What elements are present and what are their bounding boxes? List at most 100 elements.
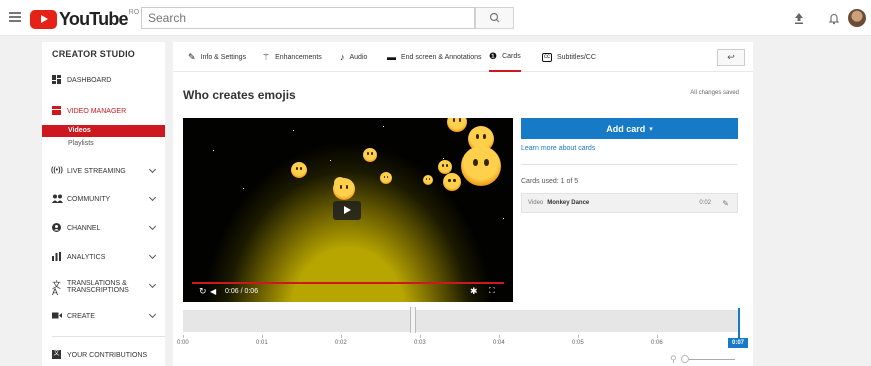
timeline-card-marker[interactable] [410,307,416,333]
country-code: RO [128,9,140,16]
card-type: Video [528,200,544,206]
tab-enhancements[interactable]: ⚚ Enhancements [262,42,322,72]
tab-subtitles[interactable]: cc Subtitles/CC [542,42,596,72]
sidebar-item-label: YOUR CONTRIBUTIONS [67,351,148,359]
smiley-emoji [333,178,355,200]
card-list-item[interactable]: Video Monkey Dance 0:02 ✎ [521,193,738,213]
chevron-down-icon[interactable] [148,280,157,289]
timeline-playhead[interactable] [738,308,740,340]
learn-more-link[interactable]: Learn more about cards [521,145,595,152]
chevron-down-icon[interactable] [148,251,157,260]
sidebar-subitem-videos[interactable]: Videos [42,125,165,137]
chevron-down-icon[interactable] [148,165,157,174]
card-time: 0:02 [699,200,711,206]
timeline-track[interactable] [183,310,739,332]
tick-mark [183,335,184,338]
sidebar-item-dashboard[interactable]: DASHBOARD [42,70,165,90]
smiley-emoji [423,175,433,185]
tab-end-screen[interactable]: ▬ End screen & Annotations [387,42,482,72]
tab-label: Subtitles/CC [557,53,596,61]
live-icon: ((•)) [51,167,63,174]
tab-label: Info & Settings [200,53,247,61]
chevron-down-icon: ▾ [649,125,653,133]
avatar[interactable] [848,9,866,27]
tab-cards[interactable]: ❶ Cards [489,42,521,72]
youtube-logo[interactable]: YouTube RO [30,9,139,30]
video-manager-icon [52,106,61,115]
bell-icon[interactable] [826,10,842,26]
timeline-tick-label: 0:02 [335,340,347,346]
search-input[interactable] [141,7,475,29]
cards-used-count: Cards used: 1 of 5 [521,178,579,185]
sidebar-item-video-manager[interactable]: VIDEO MANAGER [42,101,165,121]
menu-icon[interactable] [9,12,21,22]
smiley-emoji [363,148,377,162]
chevron-down-icon[interactable] [148,222,157,231]
edit-pencil-icon[interactable]: ✎ [722,199,729,208]
sidebar-item-your-contributions[interactable]: 文 YOUR CONTRIBUTIONS [42,345,165,365]
tick-mark [341,335,342,338]
zoom-icon: ⚲ [670,354,677,364]
sidebar-item-live-streaming[interactable]: ((•)) LIVE STREAMING [42,161,165,181]
timeline-tick-label: 0:01 [256,340,268,346]
sidebar-item-analytics[interactable]: ANALYTICS [42,247,165,267]
tick-mark [499,335,500,338]
sidebar-item-label: COMMUNITY [67,195,111,203]
channel-icon [52,223,61,232]
timeline-tick-label: 0:00 [177,340,189,346]
sidebar-item-label: TRANSLATIONS & TRANSCRIPTIONS [67,280,129,294]
smiley-emoji [291,162,307,178]
tab-info-settings[interactable]: ✎ Info & Settings [188,42,246,72]
sidebar-item-translations[interactable]: 文A TRANSLATIONS & TRANSCRIPTIONS [42,276,165,298]
upload-icon[interactable] [791,10,807,26]
sidebar-subitem-playlists[interactable]: Playlists [42,138,165,150]
zoom-slider-knob[interactable] [681,355,689,363]
sidebar-item-channel[interactable]: CHANNEL [42,218,165,238]
tick-mark [262,335,263,338]
add-card-button[interactable]: Add card ▾ [521,118,738,139]
star-dot [293,130,294,131]
star-dot [443,158,444,159]
tab-label: End screen & Annotations [401,53,482,61]
analytics-icon [52,252,61,261]
editor-tabs: ✎ Info & Settings ⚚ Enhancements ♪ Audio… [173,42,753,72]
sidebar-item-label: ANALYTICS [67,253,106,261]
back-button[interactable]: ↩ [717,49,745,66]
video-progress-bar[interactable] [192,282,504,284]
tab-label: Cards [502,52,521,60]
video-player[interactable]: ↻ ◀ 0:06 / 0:06 ✱ ⛶ [183,118,513,302]
tick-mark [420,335,421,338]
cards-divider [521,164,738,165]
sidebar-item-community[interactable]: COMMUNITY [42,189,165,209]
contributions-icon: 文 [52,350,61,359]
community-icon [52,194,63,203]
search-button[interactable] [475,7,514,29]
tick-mark [657,335,658,338]
tab-audio[interactable]: ♪ Audio [340,42,367,72]
star-dot [330,160,331,161]
timeline-tick-label: 0:03 [414,340,426,346]
tab-label: Enhancements [275,53,322,61]
sidebar-item-label: VIDEO MANAGER [67,107,127,115]
add-card-label: Add card [606,123,646,134]
gear-icon[interactable]: ✱ [470,286,478,297]
zoom-slider[interactable] [683,359,735,360]
sidebar-item-label: LIVE STREAMING [67,167,126,175]
star-dot [503,218,504,219]
back-arrow-icon: ↩ [727,52,735,62]
tab-label: Audio [349,53,368,61]
volume-icon[interactable]: ◀ [210,287,216,296]
creator-studio-title: CREATOR STUDIO [52,49,135,59]
youtube-play-icon [30,10,57,29]
sidebar-item-label: DASHBOARD [67,76,112,84]
sidebar-item-create[interactable]: CREATE [42,306,165,326]
chevron-down-icon[interactable] [148,310,157,319]
card-name: Monkey Dance [547,200,590,206]
replay-icon[interactable]: ↻ [199,286,207,297]
logo-text: YouTube [59,9,129,29]
chevron-down-icon[interactable] [148,193,157,202]
fullscreen-icon[interactable]: ⛶ [489,286,495,296]
video-editor-panel: ✎ Info & Settings ⚚ Enhancements ♪ Audio… [173,42,753,366]
timeline-tick-label: 0:04 [493,340,505,346]
play-button[interactable] [333,201,361,220]
